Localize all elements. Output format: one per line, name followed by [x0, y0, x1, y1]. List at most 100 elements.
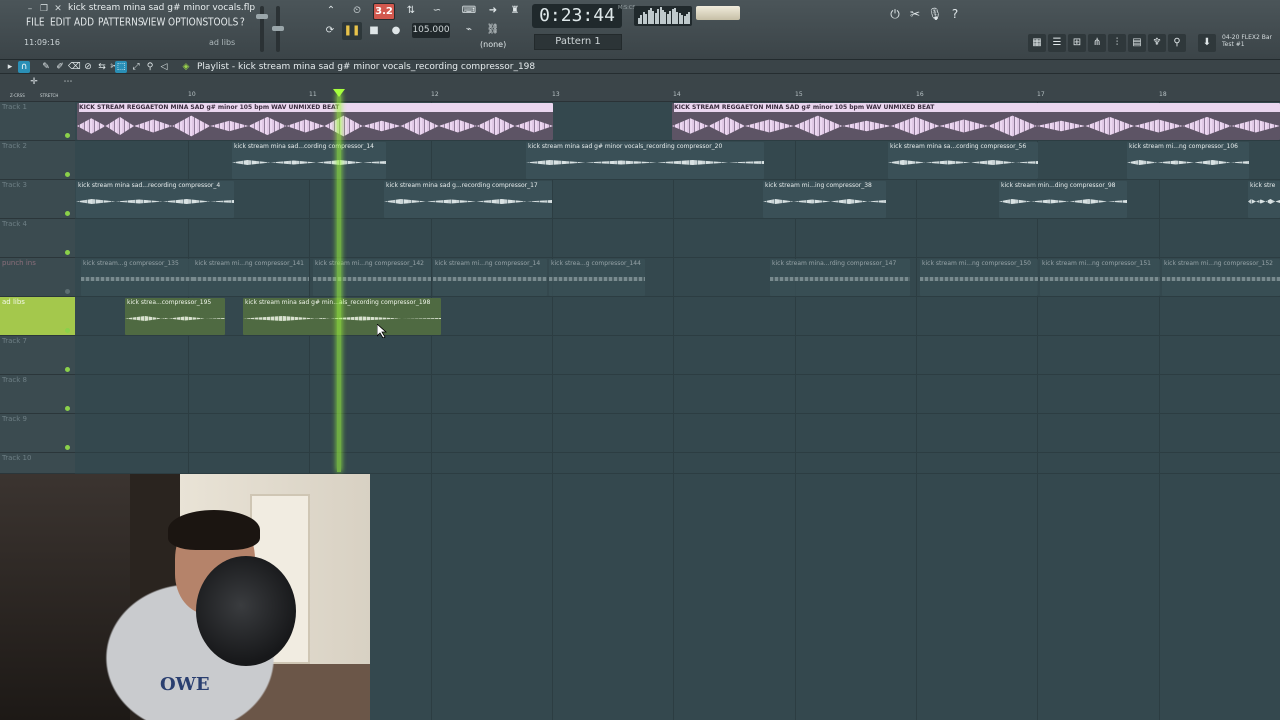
record-button[interactable]: ●: [386, 22, 406, 40]
audio-clip[interactable]: kick strea...compressor_195: [125, 298, 225, 335]
plugin-icon[interactable]: ♆: [1148, 34, 1166, 52]
select-icon[interactable]: ⬚: [115, 61, 127, 73]
zcross-tag[interactable]: Z-CRSS: [10, 93, 25, 98]
close-icon[interactable]: ✕: [52, 4, 64, 15]
audio-clip[interactable]: kick stream mina sa...cording compressor…: [888, 142, 1038, 179]
menu-options[interactable]: OPTIONS: [168, 17, 208, 29]
track-lane[interactable]: kick stream mina sad...recording compres…: [75, 180, 1280, 219]
blend-notes-icon[interactable]: ∽: [426, 3, 448, 20]
audio-clip[interactable]: kick stream mi...ng compressor_106: [1127, 142, 1249, 179]
link-icon[interactable]: ⛓: [482, 22, 504, 39]
audio-clip[interactable]: kick stream mina sad g...recording compr…: [384, 181, 552, 218]
piano-roll-icon[interactable]: ☰: [1048, 34, 1066, 52]
menu-add[interactable]: ADD: [74, 17, 94, 29]
audio-clip[interactable]: kick stream mi...ng compressor_142: [313, 259, 431, 296]
audio-clip[interactable]: KICK STREAM REGGAETON MINA SAD g# minor …: [672, 103, 1280, 140]
track-lane[interactable]: kick strea...compressor_195 kick stream …: [75, 297, 1280, 336]
track-mute-led[interactable]: [65, 172, 70, 177]
audio-clip[interactable]: kick stream mina sad g# minor vocals_rec…: [526, 142, 764, 179]
audio-clip[interactable]: kick stream mina sad...recording compres…: [76, 181, 234, 218]
menu-help[interactable]: ?: [240, 17, 245, 29]
tempo-display[interactable]: 105.000: [412, 23, 450, 38]
cut-icon[interactable]: ✂: [906, 5, 924, 23]
track-header[interactable]: Track 7: [0, 336, 75, 375]
zoom-cross-icon[interactable]: ✛: [28, 76, 40, 88]
magnet-snap-icon[interactable]: ⌁: [458, 22, 480, 39]
master-pitch-knob[interactable]: [272, 26, 284, 31]
menu-view[interactable]: VIEW: [142, 17, 165, 29]
track-mute-led[interactable]: [65, 367, 70, 372]
channel-rack-icon[interactable]: ⊞: [1068, 34, 1086, 52]
audio-clip[interactable]: kick stream...g compressor_135: [81, 259, 193, 296]
slip-icon[interactable]: ⇆: [96, 61, 108, 73]
track-header[interactable]: Track 9: [0, 414, 75, 453]
download-icon[interactable]: ⬇: [1198, 34, 1216, 52]
time-display[interactable]: 0:23:44: [532, 4, 622, 28]
track-header[interactable]: Track 4: [0, 219, 75, 258]
audio-clip[interactable]: kick stream mi...ing compressor_38: [763, 181, 886, 218]
menu-patterns[interactable]: PATTERNS: [98, 17, 144, 29]
track-mute-led[interactable]: [65, 406, 70, 411]
zoom-icon[interactable]: ⤢: [130, 61, 142, 73]
track-header[interactable]: ad libs: [0, 297, 75, 336]
audio-clip[interactable]: kick stream mi...ng compressor_152: [1162, 259, 1280, 296]
track-mute-led[interactable]: [65, 211, 70, 216]
search-icon[interactable]: ⚲: [144, 61, 156, 73]
track-lane[interactable]: KICK STREAM REGGAETON MINA SAD g# minor …: [75, 102, 1280, 141]
audio-clip[interactable]: kick stre: [1248, 181, 1280, 218]
audio-clip[interactable]: kick stream mi...ng compressor_141: [193, 259, 309, 296]
stretch-tag[interactable]: STRETCH: [40, 93, 58, 98]
audio-clip[interactable]: kick strea...g compressor_144: [549, 259, 645, 296]
draw-icon[interactable]: ✎: [40, 61, 52, 73]
stop-button[interactable]: ■: [364, 22, 384, 40]
next-arrow-icon[interactable]: ➜: [482, 3, 504, 20]
browser-icon[interactable]: ▤: [1128, 34, 1146, 52]
help-icon[interactable]: ?: [946, 5, 964, 23]
menu-file[interactable]: FILE: [26, 17, 45, 29]
playback-icon[interactable]: ◁: [158, 61, 170, 73]
track-header[interactable]: punch ins: [0, 258, 75, 297]
track-lane[interactable]: kick stream...g compressor_135 kick stre…: [75, 258, 1280, 297]
loop-mode-icon[interactable]: ⟳: [320, 22, 340, 40]
step-edit-icon[interactable]: ⇅: [400, 3, 422, 20]
menu-edit[interactable]: EDIT: [50, 17, 71, 29]
mixer-faders-icon[interactable]: ⫶: [1108, 34, 1126, 52]
mute-icon[interactable]: ⊘: [82, 61, 94, 73]
song-mode-icon[interactable]: ◈: [180, 61, 192, 73]
timeline-ruler[interactable]: 10 11 12 13 14 15 16 17 18: [0, 90, 1280, 102]
track-mute-led[interactable]: [65, 133, 70, 138]
minimize-icon[interactable]: –: [24, 4, 36, 15]
playhead-marker[interactable]: [333, 89, 345, 97]
audio-clip[interactable]: kick stream mina sad...cording compresso…: [232, 142, 386, 179]
track-header[interactable]: Track 3: [0, 180, 75, 219]
pattern-selector[interactable]: Pattern 1: [534, 34, 622, 50]
track-header[interactable]: Track 8: [0, 375, 75, 414]
snap-selector[interactable]: (none): [480, 40, 506, 49]
microphone-icon[interactable]: 🎙: [926, 5, 944, 23]
magnet-icon[interactable]: ∩: [18, 61, 30, 73]
tempo-tapper-icon[interactable]: ⚲: [1168, 34, 1186, 52]
mixer-icon[interactable]: ⋔: [1088, 34, 1106, 52]
track-mute-led[interactable]: [65, 445, 70, 450]
restore-icon[interactable]: ❐: [38, 4, 50, 15]
track-mute-led[interactable]: [65, 289, 70, 294]
paint-icon[interactable]: ✐: [54, 61, 66, 73]
countdown-icon[interactable]: ⏲: [346, 3, 368, 20]
master-pitch-slider[interactable]: [272, 6, 284, 52]
track-lane[interactable]: [75, 219, 1280, 258]
audio-clip[interactable]: kick stream mi...ng compressor_14: [433, 259, 547, 296]
undo-history-icon[interactable]: ⏻: [886, 5, 904, 23]
track-lane[interactable]: kick stream mina sad...cording compresso…: [75, 141, 1280, 180]
typing-keyboard-icon[interactable]: ⌨: [458, 3, 480, 20]
metronome-icon[interactable]: ⌃: [320, 3, 342, 20]
track-mute-led[interactable]: [65, 328, 70, 333]
audio-clip[interactable]: kick stream mi...ng compressor_151: [1040, 259, 1160, 296]
track-mute-led[interactable]: [65, 250, 70, 255]
track-lane[interactable]: [75, 453, 1280, 474]
master-volume-slider[interactable]: [256, 6, 268, 52]
track-header[interactable]: Track 2: [0, 141, 75, 180]
track-lane[interactable]: [75, 414, 1280, 453]
track-header[interactable]: Track 10: [0, 453, 75, 474]
audio-clip[interactable]: kick stream min...ding compressor_98: [999, 181, 1127, 218]
playlist-menu-icon[interactable]: ▸: [4, 61, 16, 73]
